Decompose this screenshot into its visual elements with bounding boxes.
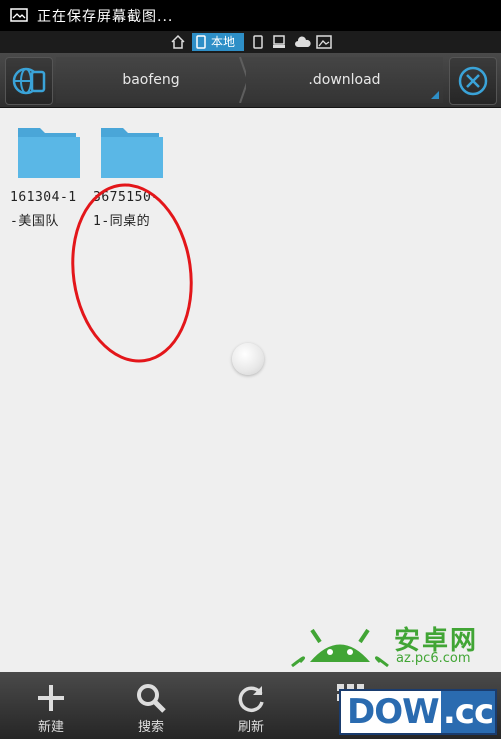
location-bar: 本地	[0, 31, 501, 53]
down-cc-watermark-logo: DOWN .cc	[339, 689, 497, 735]
watermark-logo-right: .cc	[441, 691, 495, 733]
location-local-label: 本地	[211, 35, 236, 49]
status-bar: 正在保存屏幕截图...	[0, 0, 501, 31]
globe-phone-icon	[12, 67, 46, 95]
loading-spinner	[232, 343, 264, 375]
status-text: 正在保存屏幕截图...	[37, 9, 174, 25]
dropdown-corner-icon	[431, 91, 439, 99]
home-icon[interactable]	[170, 33, 186, 51]
screenshot-icon	[10, 8, 28, 22]
location-local-tab[interactable]: 本地	[192, 33, 244, 51]
new-button-label: 新建	[37, 720, 64, 735]
cloud-icon[interactable]	[294, 33, 312, 51]
breadcrumb-item-download[interactable]: .download	[246, 57, 443, 103]
phone-local-icon	[196, 35, 206, 49]
folder-icon	[18, 128, 80, 178]
close-button[interactable]	[449, 57, 497, 105]
network-toggle-button[interactable]	[5, 57, 53, 105]
refresh-button[interactable]: 刷新	[201, 672, 301, 739]
close-circle-icon	[458, 66, 488, 96]
breadcrumb-label: baofeng	[122, 72, 180, 88]
image-icon[interactable]	[316, 33, 332, 51]
folder-icon	[101, 128, 163, 178]
search-button[interactable]: 搜索	[101, 672, 201, 739]
refresh-icon	[238, 686, 264, 712]
new-button[interactable]: 新建	[1, 672, 101, 739]
breadcrumb-item-baofeng[interactable]: baofeng	[56, 57, 246, 103]
pc-icon[interactable]	[271, 33, 287, 51]
refresh-button-label: 刷新	[237, 720, 264, 735]
file-grid: 161304-1 -美国队 3675150- 1-同桌的	[0, 108, 501, 672]
android-logo-icon	[291, 628, 389, 668]
search-button-label: 搜索	[137, 720, 164, 735]
watermark-url: az.pc6.com	[396, 651, 471, 666]
path-toolbar: baofeng .download	[0, 53, 501, 108]
search-icon	[137, 684, 166, 713]
plus-icon	[38, 685, 64, 711]
breadcrumb-label: .download	[308, 72, 381, 88]
phone-icon[interactable]	[252, 33, 264, 51]
